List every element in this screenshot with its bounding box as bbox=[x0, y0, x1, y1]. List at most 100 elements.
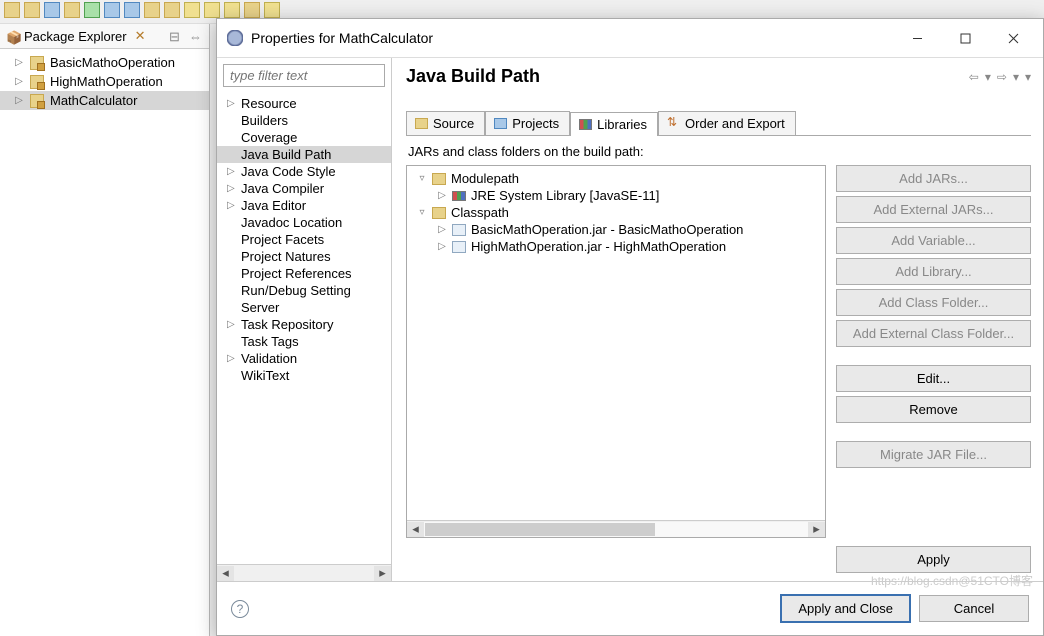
project-item-selected[interactable]: ▷ MathCalculator bbox=[0, 91, 209, 110]
project-icon bbox=[30, 94, 44, 108]
nav-item-java-compiler[interactable]: ▷Java Compiler bbox=[217, 180, 391, 197]
toolbar-icon[interactable] bbox=[44, 2, 60, 18]
tree-node-jar[interactable]: ▷HighMathOperation.jar - HighMathOperati… bbox=[407, 238, 825, 255]
cancel-button[interactable]: Cancel bbox=[919, 595, 1029, 622]
pin-icon[interactable]: ✕ bbox=[135, 28, 146, 44]
add-external-jars-button[interactable]: Add External JARs... bbox=[836, 196, 1031, 223]
nav-item-task-repository[interactable]: ▷Task Repository bbox=[217, 316, 391, 333]
project-label: MathCalculator bbox=[50, 93, 137, 108]
nav-item-server[interactable]: Server bbox=[217, 299, 391, 316]
tree-hscrollbar[interactable]: ◂ ▸ bbox=[407, 520, 825, 537]
properties-dialog: Properties for MathCalculator ▷Resource … bbox=[216, 18, 1044, 636]
toolbar-icon[interactable] bbox=[164, 2, 180, 18]
apply-button[interactable]: Apply bbox=[836, 546, 1031, 573]
module-icon bbox=[432, 173, 446, 185]
nav-item-project-natures[interactable]: Project Natures bbox=[217, 248, 391, 265]
add-external-class-folder-button[interactable]: Add External Class Folder... bbox=[836, 320, 1031, 347]
tree-node-modulepath[interactable]: ▿Modulepath bbox=[407, 170, 825, 187]
link-icon[interactable]: ⇔ bbox=[189, 29, 203, 43]
forward-drop-icon[interactable]: ▾ bbox=[1013, 70, 1019, 84]
nav-item-validation[interactable]: ▷Validation bbox=[217, 350, 391, 367]
jar-icon bbox=[452, 224, 466, 236]
expand-icon[interactable]: ▷ bbox=[14, 76, 24, 87]
close-button[interactable] bbox=[993, 25, 1033, 51]
nav-item-project-facets[interactable]: Project Facets bbox=[217, 231, 391, 248]
add-class-folder-button[interactable]: Add Class Folder... bbox=[836, 289, 1031, 316]
order-icon bbox=[667, 118, 680, 129]
package-icon: 📦 bbox=[6, 30, 18, 42]
classpath-icon bbox=[432, 207, 446, 219]
back-drop-icon[interactable]: ▾ bbox=[985, 70, 991, 84]
nav-item-task-tags[interactable]: Task Tags bbox=[217, 333, 391, 350]
nav-item-java-editor[interactable]: ▷Java Editor bbox=[217, 197, 391, 214]
nav-item-wikitext[interactable]: WikiText bbox=[217, 367, 391, 384]
minimize-button[interactable] bbox=[897, 25, 937, 51]
nav-hscrollbar[interactable]: ◂ ▸ bbox=[217, 564, 391, 581]
nav-item-java-code-style[interactable]: ▷Java Code Style bbox=[217, 163, 391, 180]
nav-item-builders[interactable]: Builders bbox=[217, 112, 391, 129]
scroll-left-icon[interactable]: ◂ bbox=[217, 566, 234, 581]
maximize-button[interactable] bbox=[945, 25, 985, 51]
nav-item-coverage[interactable]: Coverage bbox=[217, 129, 391, 146]
filter-input[interactable] bbox=[223, 64, 385, 87]
scroll-right-icon[interactable]: ▸ bbox=[808, 522, 825, 537]
nav-item-project-references[interactable]: Project References bbox=[217, 265, 391, 282]
nav-item-javadoc-location[interactable]: Javadoc Location bbox=[217, 214, 391, 231]
apply-and-close-button[interactable]: Apply and Close bbox=[780, 594, 911, 623]
folder-icon bbox=[494, 118, 507, 129]
toolbar-icon[interactable] bbox=[4, 2, 20, 18]
toolbar-icon[interactable] bbox=[104, 2, 120, 18]
menu-drop-icon[interactable]: ▾ bbox=[1025, 70, 1031, 84]
tree-node-classpath[interactable]: ▿Classpath bbox=[407, 204, 825, 221]
libraries-tree[interactable]: ▿Modulepath ▷JRE System Library [JavaSE-… bbox=[406, 165, 826, 538]
expand-icon[interactable]: ▷ bbox=[14, 95, 24, 106]
tab-libraries[interactable]: Libraries bbox=[570, 112, 658, 136]
toolbar-icon[interactable] bbox=[244, 2, 260, 18]
forward-icon[interactable]: ⇨ bbox=[997, 70, 1007, 84]
project-item[interactable]: ▷ BasicMathoOperation bbox=[0, 53, 209, 72]
toolbar-icon[interactable] bbox=[84, 2, 100, 18]
help-icon[interactable]: ? bbox=[231, 600, 249, 618]
collapse-icon[interactable]: ⊟ bbox=[169, 29, 183, 43]
project-label: BasicMathoOperation bbox=[50, 55, 175, 70]
eclipse-icon bbox=[227, 30, 243, 46]
package-explorer-panel: 📦 Package Explorer ✕ ⊟ ⇔ ▷ BasicMathoOpe… bbox=[0, 24, 210, 636]
back-icon[interactable]: ⇦ bbox=[969, 70, 979, 84]
remove-button[interactable]: Remove bbox=[836, 396, 1031, 423]
button-column: Add JARs... Add External JARs... Add Var… bbox=[836, 165, 1031, 538]
scroll-left-icon[interactable]: ◂ bbox=[407, 522, 424, 537]
nav-item-run-debug[interactable]: Run/Debug Setting bbox=[217, 282, 391, 299]
toolbar-icon[interactable] bbox=[144, 2, 160, 18]
tabstrip: Source Projects Libraries Order and Expo… bbox=[406, 111, 1031, 136]
header-nav-icons: ⇦ ▾ ⇨ ▾ ▾ bbox=[969, 70, 1031, 84]
toolbar-icon[interactable] bbox=[224, 2, 240, 18]
tab-projects[interactable]: Projects bbox=[485, 111, 570, 135]
nav-item-java-build-path[interactable]: Java Build Path bbox=[217, 146, 391, 163]
tree-node-jre[interactable]: ▷JRE System Library [JavaSE-11] bbox=[407, 187, 825, 204]
toolbar-icon[interactable] bbox=[264, 2, 280, 18]
project-label: HighMathOperation bbox=[50, 74, 163, 89]
edit-button[interactable]: Edit... bbox=[836, 365, 1031, 392]
folder-icon bbox=[415, 118, 428, 129]
add-library-button[interactable]: Add Library... bbox=[836, 258, 1031, 285]
toolbar-icon[interactable] bbox=[64, 2, 80, 18]
tab-order-export[interactable]: Order and Export bbox=[658, 111, 796, 135]
toolbar-icon[interactable] bbox=[124, 2, 140, 18]
toolbar-icon[interactable] bbox=[184, 2, 200, 18]
nav-item-resource[interactable]: ▷Resource bbox=[217, 95, 391, 112]
toolbar-icon[interactable] bbox=[204, 2, 220, 18]
expand-icon[interactable]: ▷ bbox=[14, 57, 24, 68]
add-jars-button[interactable]: Add JARs... bbox=[836, 165, 1031, 192]
tree-node-jar[interactable]: ▷BasicMathOperation.jar - BasicMathoOper… bbox=[407, 221, 825, 238]
dialog-footer: ? Apply and Close Cancel bbox=[217, 581, 1043, 635]
tab-source[interactable]: Source bbox=[406, 111, 485, 135]
project-item[interactable]: ▷ HighMathOperation bbox=[0, 72, 209, 91]
project-icon bbox=[30, 56, 44, 70]
add-variable-button[interactable]: Add Variable... bbox=[836, 227, 1031, 254]
dialog-title: Properties for MathCalculator bbox=[251, 30, 889, 46]
dialog-titlebar: Properties for MathCalculator bbox=[217, 19, 1043, 57]
toolbar-icon[interactable] bbox=[24, 2, 40, 18]
scroll-right-icon[interactable]: ▸ bbox=[374, 566, 391, 581]
migrate-jar-button[interactable]: Migrate JAR File... bbox=[836, 441, 1031, 468]
dialog-content: Java Build Path ⇦ ▾ ⇨ ▾ ▾ Source Project… bbox=[392, 58, 1043, 581]
